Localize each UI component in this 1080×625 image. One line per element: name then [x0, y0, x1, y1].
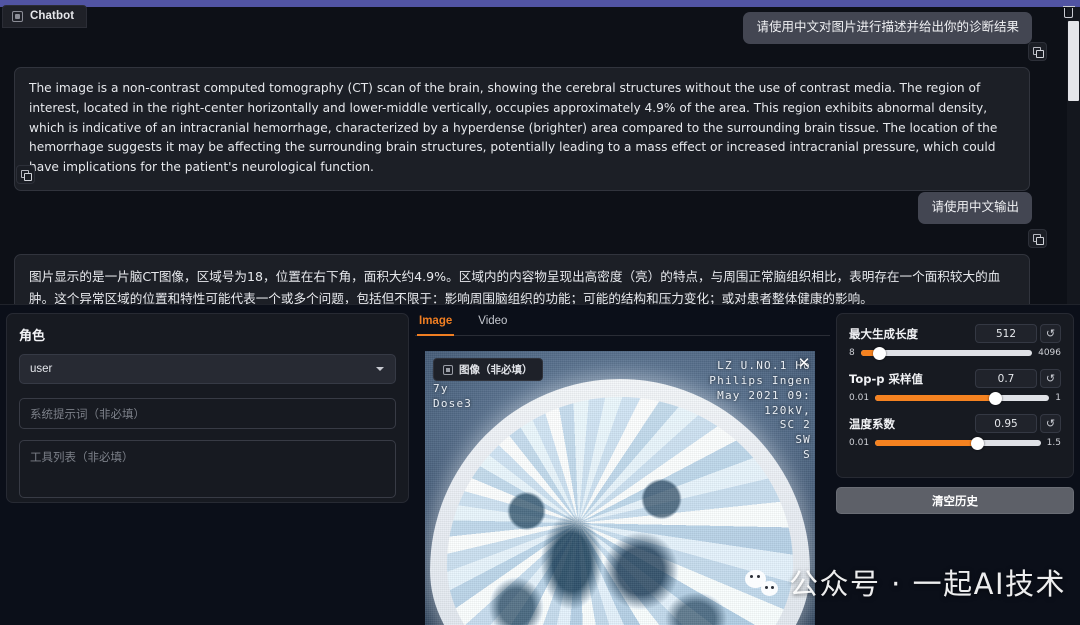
wechat-icon [745, 569, 778, 596]
top-p-value[interactable]: 0.7 [975, 369, 1037, 388]
delete-conversation-button[interactable] [1060, 2, 1077, 21]
trash-icon [1064, 6, 1074, 18]
image-badge-label: 图像（非必填） [459, 362, 533, 377]
temperature-value[interactable]: 0.95 [975, 414, 1037, 433]
watermark-text: 公众号 · 一起AI技术 [789, 561, 1066, 603]
role-select[interactable]: user [19, 354, 396, 384]
tools-list-input[interactable]: 工具列表（非必填） [19, 440, 396, 498]
chatbot-tab-label: Chatbot [30, 10, 74, 22]
reset-icon[interactable]: ↺ [1040, 324, 1061, 343]
max-length-max: 4096 [1038, 348, 1061, 358]
max-length-slider[interactable] [861, 350, 1032, 356]
app-root: Chatbot 请使用中文对图片进行描述并给出你的诊断结果 The image … [0, 0, 1080, 625]
assistant-bubble-1: The image is a non-contrast computed tom… [14, 67, 1030, 191]
copy-icon [1033, 234, 1042, 243]
assistant-bubble-2: 图片显示的是一片脑CT图像，区域号为18，位置在右下角，面积大约4.9%。区域内… [14, 254, 1030, 305]
control-temperature: 温度系数 0.95 ↺ 0.01 1.5 [849, 414, 1061, 448]
tab-video[interactable]: Video [476, 312, 509, 336]
role-select-value: user [30, 363, 52, 375]
panel-icon [12, 11, 23, 22]
close-icon[interactable]: ✕ [796, 356, 812, 372]
message-user-1: 请使用中文对图片进行描述并给出你的诊断结果 [743, 12, 1032, 44]
watermark: 公众号 · 一起AI技术 [745, 561, 1066, 603]
copy-icon [21, 170, 30, 179]
top-p-max: 1 [1055, 393, 1061, 403]
user-bubble-text-2: 请使用中文输出 [918, 192, 1032, 224]
chatbot-tab[interactable]: Chatbot [2, 5, 87, 28]
user-bubble-text: 请使用中文对图片进行描述并给出你的诊断结果 [743, 12, 1032, 44]
role-card: 角色 user 系统提示词（非必填） 工具列表（非必填） [6, 313, 409, 503]
chat-scrollbar[interactable] [1067, 7, 1080, 305]
reset-icon[interactable]: ↺ [1040, 369, 1061, 388]
chevron-down-icon [376, 367, 384, 371]
role-card-title: 角色 [19, 325, 396, 344]
tab-image[interactable]: Image [417, 312, 454, 336]
reset-icon[interactable]: ↺ [1040, 414, 1061, 433]
clear-history-button[interactable]: 清空历史 [836, 487, 1074, 514]
system-prompt-input[interactable]: 系统提示词（非必填） [19, 398, 396, 429]
image-upload-badge: 图像（非必填） [433, 358, 543, 381]
copy-button-assistant-2[interactable] [1028, 229, 1047, 248]
message-user-2: 请使用中文输出 [918, 192, 1032, 224]
copy-button-assistant-1-bottom[interactable] [16, 165, 35, 184]
media-tabs: Image Video [415, 312, 830, 336]
copy-button-assistant-1[interactable] [1028, 42, 1047, 61]
top-p-slider[interactable] [875, 395, 1049, 401]
chat-scroll-area: 请使用中文对图片进行描述并给出你的诊断结果 The image is a non… [0, 7, 1066, 304]
copy-icon [1033, 47, 1042, 56]
ct-overlay-right-text: LZ U.NO.1 Ho Philips Ingen May 2021 09: … [709, 359, 811, 463]
top-accent-bar [0, 0, 1080, 7]
max-length-label: 最大生成长度 [849, 326, 918, 342]
temperature-slider[interactable] [875, 440, 1041, 446]
control-top-p: Top-p 采样值 0.7 ↺ 0.01 1 [849, 369, 1061, 403]
control-max-length: 最大生成长度 512 ↺ 8 4096 [849, 324, 1061, 358]
temperature-max: 1.5 [1047, 438, 1061, 448]
max-length-min: 8 [849, 348, 855, 358]
generation-settings-card: 最大生成长度 512 ↺ 8 4096 Top-p [836, 313, 1074, 478]
top-p-min: 0.01 [849, 393, 869, 403]
image-icon [443, 365, 453, 375]
chat-scrollbar-thumb[interactable] [1068, 21, 1079, 101]
max-length-value[interactable]: 512 [975, 324, 1037, 343]
chat-panel: 请使用中文对图片进行描述并给出你的诊断结果 The image is a non… [0, 7, 1080, 305]
top-p-label: Top-p 采样值 [849, 371, 923, 387]
temperature-min: 0.01 [849, 438, 869, 448]
temperature-label: 温度系数 [849, 416, 895, 432]
